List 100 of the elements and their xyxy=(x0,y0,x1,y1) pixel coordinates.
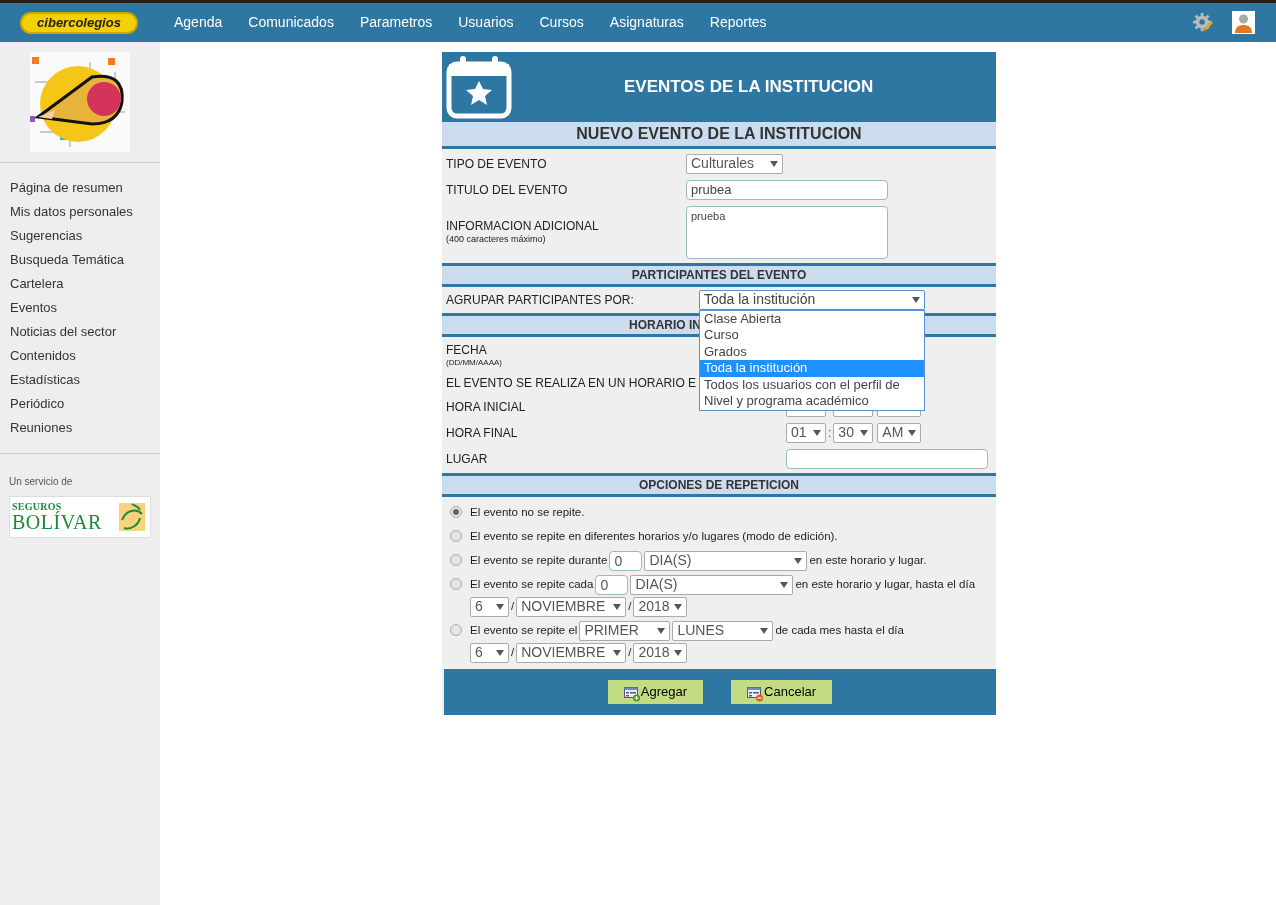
gear-icon[interactable] xyxy=(1192,11,1214,34)
field-label: INFORMACION ADICIONAL xyxy=(446,218,600,234)
date-separator: / xyxy=(628,598,632,614)
sidebar-link[interactable]: Periódico xyxy=(10,395,150,413)
group-dropdown[interactable]: Toda la institución xyxy=(699,289,925,310)
sidebar-link[interactable]: Página de resumen xyxy=(10,179,150,197)
dropdown[interactable]: NOVIEMBRE xyxy=(516,596,627,617)
dropdown-option[interactable]: Nivel y programa académico xyxy=(700,393,924,410)
sidebar-link[interactable]: Cartelera xyxy=(10,275,150,293)
sidebar-link[interactable]: Busqueda Temática xyxy=(10,251,150,269)
dropdown[interactable]: DIA(S) xyxy=(630,574,794,595)
nav-link[interactable]: Comunicados xyxy=(248,12,334,33)
dropdown[interactable]: Culturales xyxy=(686,153,783,174)
period-dropdown[interactable]: AM xyxy=(877,422,922,443)
field-label: AGRUPAR PARTICIPANTES POR: xyxy=(446,291,635,309)
nav-link[interactable]: Agenda xyxy=(174,12,223,33)
nav-link[interactable]: Asignaturas xyxy=(609,12,684,33)
caret-icon xyxy=(813,429,821,436)
caret-icon xyxy=(657,627,666,634)
add-button[interactable]: Agregar xyxy=(607,679,704,704)
sidebar-link[interactable]: Sugerencias xyxy=(10,227,150,245)
hour-dropdown[interactable]: 01 xyxy=(786,422,826,443)
panel-title: EVENTOS DE LA INSTITUCION xyxy=(624,76,874,99)
nav-link[interactable]: Parametros xyxy=(359,12,433,33)
date-separator: / xyxy=(511,598,515,614)
field-label: TIPO DE EVENTO xyxy=(446,155,548,173)
nav-link[interactable]: Cursos xyxy=(539,12,584,33)
option-text: en este horario y lugar. xyxy=(809,552,927,568)
dropdown-option[interactable]: Clase Abierta xyxy=(700,310,924,328)
option-text: en este horario y lugar, hasta el día xyxy=(795,576,976,592)
nav-link[interactable]: Usuarios xyxy=(458,12,514,33)
caret-icon xyxy=(496,649,504,656)
option-text: El evento se repite el xyxy=(470,622,578,638)
text-area[interactable]: prueba xyxy=(686,205,888,259)
field-label: FECHA xyxy=(446,342,487,358)
option-text: de cada mes hasta el día xyxy=(775,622,904,638)
section-title: NUEVO EVENTO DE LA INSTITUCION xyxy=(576,124,862,142)
dropdown[interactable]: 6 xyxy=(470,642,509,663)
radio-button[interactable] xyxy=(450,577,462,590)
sidebar-link[interactable]: Mis datos personales xyxy=(10,203,150,221)
caret-icon xyxy=(613,603,622,610)
radio-button[interactable] xyxy=(450,623,462,636)
option-text: El evento se repite durante xyxy=(470,552,608,568)
service-label: Un servicio de xyxy=(9,476,73,487)
dropdown[interactable]: 2018 xyxy=(633,642,688,663)
form-minus-icon xyxy=(747,686,765,702)
sidebar-link[interactable]: Eventos xyxy=(10,299,150,317)
option-text: El evento se repite cada xyxy=(470,576,594,592)
field-label: HORA INICIAL xyxy=(446,399,526,414)
caret-icon xyxy=(780,581,789,588)
field-note: (400 caracteres máximo) xyxy=(446,233,547,246)
text-field[interactable]: prubea xyxy=(686,179,888,200)
number-field[interactable]: 0 xyxy=(609,550,643,571)
date-separator: / xyxy=(628,644,632,660)
sponsor-name-small: SEGUROS xyxy=(12,502,62,512)
section-title: OPCIONES DE REPETICION xyxy=(639,477,799,492)
minute-dropdown[interactable]: 30 xyxy=(833,422,874,443)
dropdown[interactable]: PRIMER xyxy=(579,620,671,641)
dropdown-option[interactable]: Curso xyxy=(700,327,924,344)
nav-link[interactable]: Reportes xyxy=(709,12,767,33)
radio-button[interactable] xyxy=(450,529,462,542)
sidebar-link[interactable]: Estadísticas xyxy=(10,371,150,389)
section-title: PARTICIPANTES DEL EVENTO xyxy=(631,267,807,282)
number-field[interactable]: 0 xyxy=(595,574,629,595)
caret-icon xyxy=(770,160,778,167)
dropdown[interactable]: NOVIEMBRE xyxy=(516,642,627,663)
sidebar-link[interactable]: Noticias del sector xyxy=(10,323,150,341)
dropdown-option[interactable]: Todos los usuarios con el perfil de xyxy=(700,376,924,394)
site-logo[interactable]: cibercolegios xyxy=(20,11,138,34)
dropdown[interactable]: 6 xyxy=(470,596,509,617)
field-label: HORA FINAL xyxy=(446,425,518,440)
calendar-star-icon xyxy=(446,53,512,120)
form-plus-icon xyxy=(623,686,641,702)
caret-icon xyxy=(794,557,803,564)
sidebar-link[interactable]: Reuniones xyxy=(10,419,150,437)
sponsor-name: BOLÍVAR xyxy=(12,512,102,532)
option-text: El evento no se repite. xyxy=(470,504,585,520)
caret-icon xyxy=(908,429,917,436)
option-text: El evento se repite en diferentes horarios y/o lugares (modo de edición). xyxy=(470,528,838,544)
caret-icon xyxy=(912,296,920,303)
date-separator: / xyxy=(511,644,515,660)
caret-icon xyxy=(674,603,683,610)
dropdown[interactable]: LUNES xyxy=(672,620,774,641)
dropdown[interactable]: 2018 xyxy=(633,596,688,617)
cancel-button[interactable]: Cancelar xyxy=(731,679,833,704)
field-label: TITULO DEL EVENTO xyxy=(446,181,569,199)
sidebar-link[interactable]: Contenidos xyxy=(10,347,150,365)
caret-icon xyxy=(674,649,683,656)
field-note: (DD/MM/AAAA) xyxy=(446,357,502,368)
avatar-icon[interactable] xyxy=(1232,11,1255,34)
caret-icon xyxy=(496,603,504,610)
place-field[interactable] xyxy=(786,448,988,469)
dropdown-option[interactable]: Grados xyxy=(700,343,924,361)
caret-icon xyxy=(860,429,869,436)
dropdown[interactable]: DIA(S) xyxy=(644,550,808,571)
field-label: EL EVENTO SE REALIZA EN UN HORARIO E xyxy=(446,375,697,390)
radio-button[interactable] xyxy=(450,505,462,518)
caret-icon xyxy=(760,627,769,634)
time-separator: : xyxy=(828,424,832,442)
radio-button[interactable] xyxy=(450,553,462,566)
